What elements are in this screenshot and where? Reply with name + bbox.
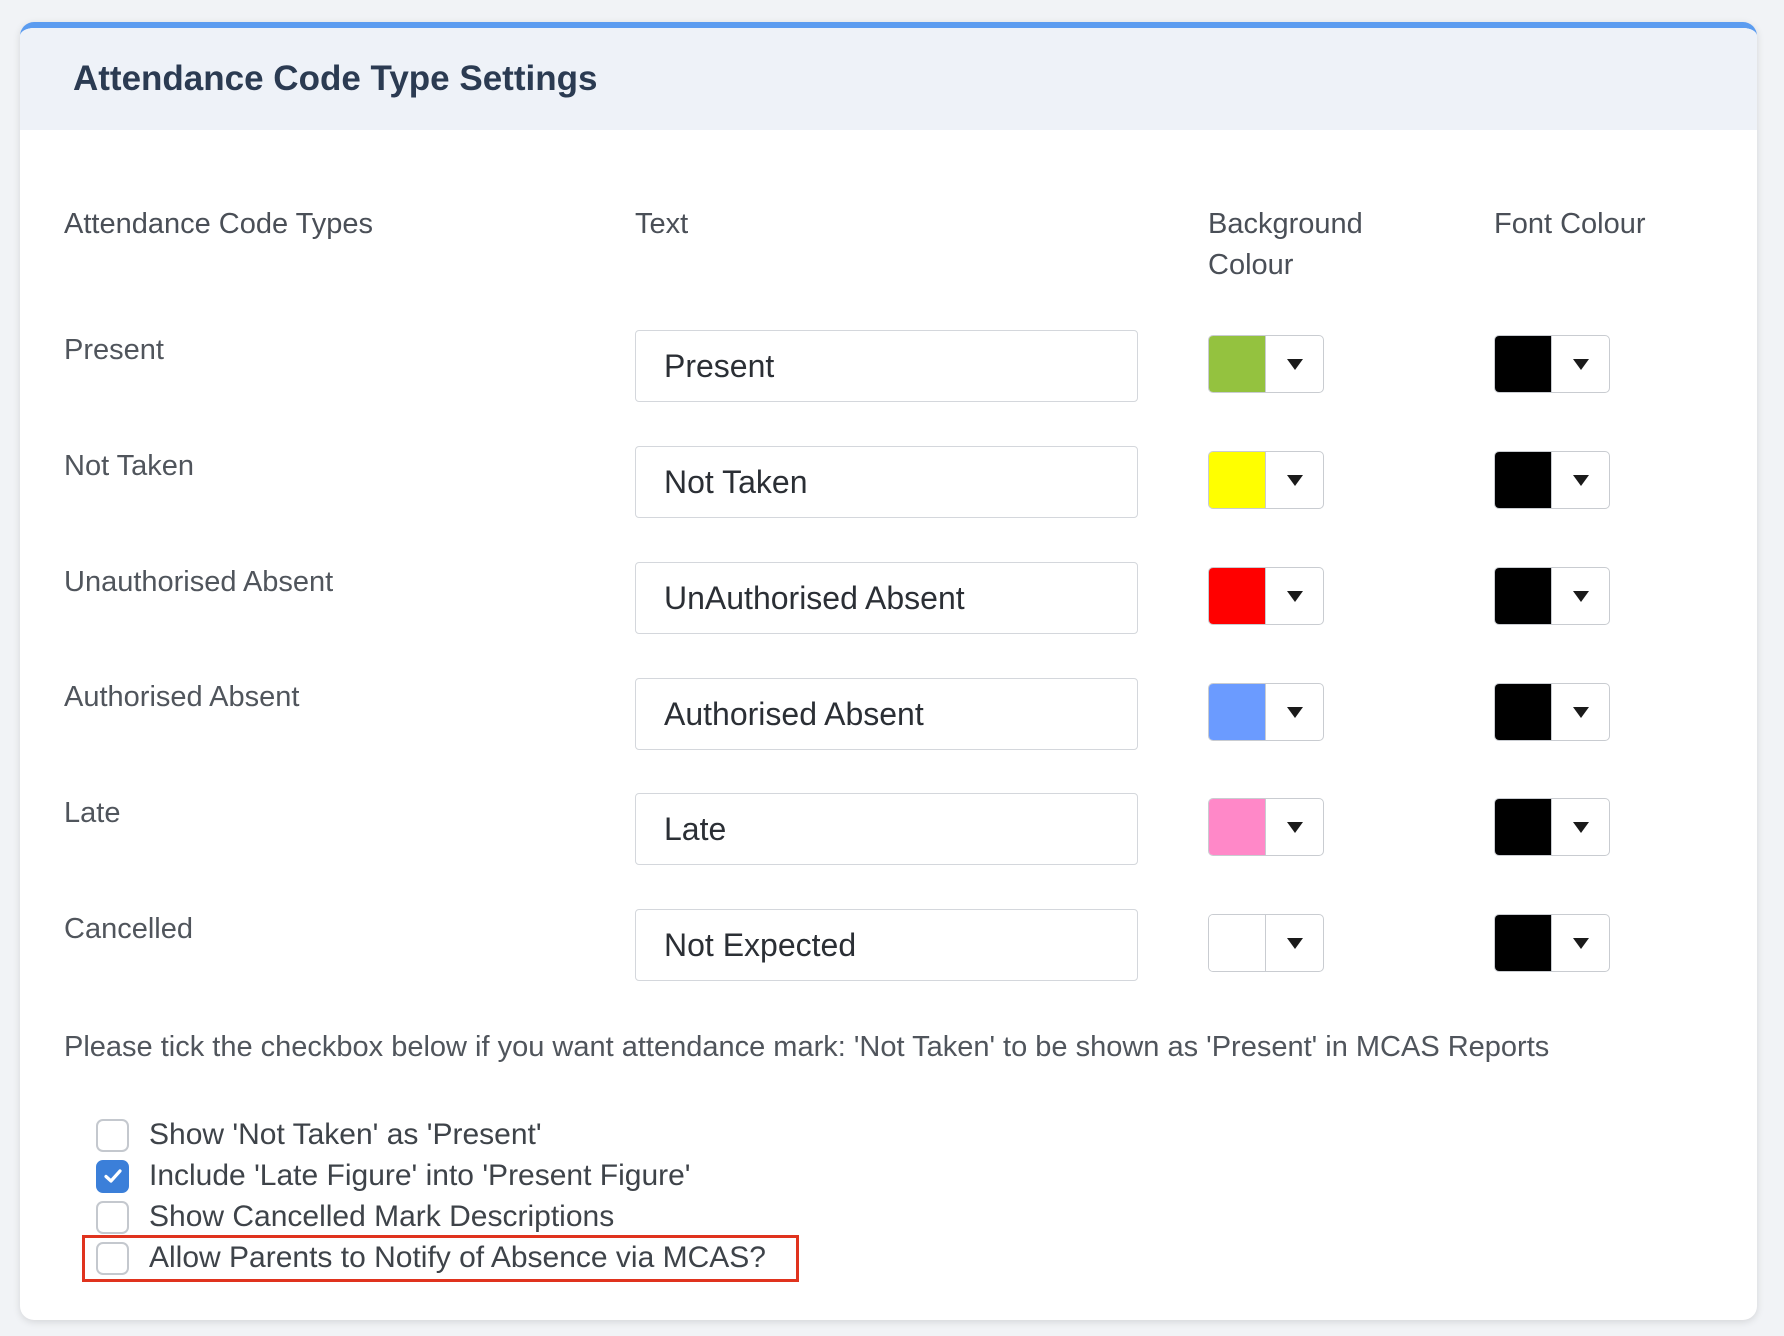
caret-down-icon <box>1286 590 1303 602</box>
font-color-picker-unauthorised-absent[interactable] <box>1494 567 1610 625</box>
caret-down-icon <box>1572 474 1589 486</box>
row-label-present: Present <box>64 334 164 366</box>
option-label: Show Cancelled Mark Descriptions <box>149 1200 615 1233</box>
color-swatch <box>1495 684 1552 740</box>
background-color-picker-not-taken[interactable] <box>1208 451 1324 509</box>
card-header: Attendance Code Type Settings <box>20 28 1757 130</box>
background-color-picker-authorised-absent[interactable] <box>1208 683 1324 741</box>
caret-down-icon <box>1572 358 1589 370</box>
column-header-types: Attendance Code Types <box>64 208 374 240</box>
column-header-font: Font Colour <box>1494 208 1646 240</box>
caret-down-icon <box>1572 937 1589 949</box>
caret-down-icon <box>1572 821 1589 833</box>
color-swatch <box>1495 452 1552 508</box>
caret-down-icon <box>1286 706 1303 718</box>
text-input-not-taken[interactable] <box>635 446 1138 518</box>
page-title: Attendance Code Type Settings <box>73 59 598 98</box>
row-label-not-taken: Not Taken <box>64 450 195 482</box>
caret-down-icon <box>1286 937 1303 949</box>
font-color-picker-not-taken[interactable] <box>1494 451 1610 509</box>
color-swatch <box>1495 915 1552 971</box>
caret-down-icon <box>1572 590 1589 602</box>
dropdown-toggle[interactable] <box>1552 452 1609 508</box>
dropdown-toggle[interactable] <box>1266 799 1323 855</box>
text-input-unauthorised-absent[interactable] <box>635 562 1138 634</box>
dropdown-toggle[interactable] <box>1266 684 1323 740</box>
font-color-picker-authorised-absent[interactable] <box>1494 683 1610 741</box>
column-header-background: Background Colour <box>1208 204 1363 286</box>
dropdown-toggle[interactable] <box>1266 452 1323 508</box>
background-color-picker-unauthorised-absent[interactable] <box>1208 567 1324 625</box>
color-swatch <box>1495 568 1552 624</box>
row-label-unauthorised-absent: Unauthorised Absent <box>64 566 334 598</box>
color-swatch <box>1209 452 1266 508</box>
color-swatch <box>1209 915 1266 971</box>
dropdown-toggle[interactable] <box>1266 568 1323 624</box>
dropdown-toggle[interactable] <box>1552 799 1609 855</box>
dropdown-toggle[interactable] <box>1266 915 1323 971</box>
checkbox[interactable] <box>96 1200 129 1234</box>
column-header-background-line2: Colour <box>1208 249 1294 281</box>
dropdown-toggle[interactable] <box>1552 915 1609 971</box>
caret-down-icon <box>1572 706 1589 718</box>
column-header-background-line1: Background <box>1208 208 1363 240</box>
option-include-late-in-present[interactable]: Include 'Late Figure' into 'Present Figu… <box>96 1159 691 1193</box>
text-input-cancelled[interactable] <box>635 909 1138 981</box>
color-swatch <box>1495 799 1552 855</box>
checkbox[interactable] <box>96 1159 129 1193</box>
text-input-late[interactable] <box>635 793 1138 865</box>
option-show-cancelled-descriptions[interactable]: Show Cancelled Mark Descriptions <box>96 1200 614 1234</box>
background-color-picker-late[interactable] <box>1208 798 1324 856</box>
row-label-authorised-absent: Authorised Absent <box>64 681 300 713</box>
option-show-not-taken-as-present[interactable]: Show 'Not Taken' as 'Present' <box>96 1118 542 1152</box>
instruction-note: Please tick the checkbox below if you wa… <box>64 1031 1550 1063</box>
color-swatch <box>1209 799 1266 855</box>
background-color-picker-present[interactable] <box>1208 335 1324 393</box>
checkbox[interactable] <box>96 1118 129 1152</box>
caret-down-icon <box>1286 474 1303 486</box>
option-label: Show 'Not Taken' as 'Present' <box>149 1118 542 1151</box>
text-input-present[interactable] <box>635 330 1138 402</box>
color-swatch <box>1209 568 1266 624</box>
caret-down-icon <box>1286 358 1303 370</box>
checkmark-icon <box>103 1169 122 1183</box>
row-label-late: Late <box>64 797 121 829</box>
option-label: Include 'Late Figure' into 'Present Figu… <box>149 1159 691 1192</box>
dropdown-toggle[interactable] <box>1552 568 1609 624</box>
font-color-picker-cancelled[interactable] <box>1494 914 1610 972</box>
settings-card: Attendance Code Type Settings Attendance… <box>20 22 1757 1320</box>
row-label-cancelled: Cancelled <box>64 913 193 945</box>
color-swatch <box>1495 336 1552 392</box>
font-color-picker-present[interactable] <box>1494 335 1610 393</box>
dropdown-toggle[interactable] <box>1552 336 1609 392</box>
color-swatch <box>1209 336 1266 392</box>
color-swatch <box>1209 684 1266 740</box>
dropdown-toggle[interactable] <box>1266 336 1323 392</box>
dropdown-toggle[interactable] <box>1552 684 1609 740</box>
font-color-picker-late[interactable] <box>1494 798 1610 856</box>
caret-down-icon <box>1286 821 1303 833</box>
highlight-box <box>82 1235 799 1282</box>
column-header-text: Text <box>635 208 689 240</box>
background-color-picker-cancelled[interactable] <box>1208 914 1324 972</box>
text-input-authorised-absent[interactable] <box>635 678 1138 750</box>
